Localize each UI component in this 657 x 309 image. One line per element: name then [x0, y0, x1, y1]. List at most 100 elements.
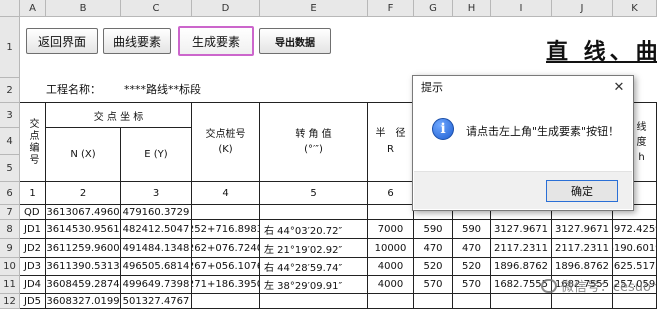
row-header[interactable]: 8 [0, 220, 20, 239]
column-header[interactable]: A [20, 0, 46, 17]
table-cell[interactable]: 4000 [368, 258, 414, 276]
ok-button[interactable]: 确定 [546, 180, 618, 202]
table-cell[interactable]: 4000 [368, 276, 414, 294]
table-cell[interactable]: 3127.9671 [552, 220, 613, 239]
table-cell[interactable]: 501327.4767 [121, 294, 192, 309]
table-cell[interactable] [260, 294, 368, 309]
table-cell[interactable]: 479160.3729 [121, 205, 192, 220]
table-cell[interactable]: 4190.6019 [613, 239, 657, 258]
table-cell[interactable]: 271+186.3950 [192, 276, 260, 294]
table-cell[interactable]: 570 [453, 276, 491, 294]
table-cell[interactable]: 右 44°03′20.72″ [260, 220, 368, 239]
column-header[interactable]: B [46, 0, 121, 17]
corner-cell[interactable] [0, 0, 20, 17]
table-cell[interactable] [613, 294, 657, 309]
table-cell[interactable]: 10000 [368, 239, 414, 258]
table-cell[interactable]: 5972.4259 [613, 220, 657, 239]
table-cell[interactable]: 1896.8762 [491, 258, 552, 276]
index-cell[interactable]: 6 [368, 182, 414, 205]
table-cell[interactable]: 3613067.4960 [46, 205, 121, 220]
curve-elements-button[interactable]: 曲线要素 [103, 28, 171, 54]
table-cell[interactable] [453, 294, 491, 309]
table-cell[interactable] [368, 205, 414, 220]
table-cell[interactable]: 590 [453, 220, 491, 239]
back-button[interactable]: 返回界面 [26, 28, 98, 54]
index-cell[interactable]: 1 [20, 182, 46, 205]
column-header[interactable]: I [491, 0, 552, 17]
table-cell[interactable] [414, 294, 453, 309]
table-cell[interactable]: JD2 [20, 239, 46, 258]
table-cell[interactable]: 7000 [368, 220, 414, 239]
table-cell[interactable]: 482412.5047 [121, 220, 192, 239]
table-cell[interactable]: JD5 [20, 294, 46, 309]
table-cell[interactable]: 3611390.5313 [46, 258, 121, 276]
index-cell[interactable]: 5 [260, 182, 368, 205]
table-cell[interactable]: 3614530.9561 [46, 220, 121, 239]
table-cell[interactable]: 262+076.7240 [192, 239, 260, 258]
table-cell[interactable]: JD4 [20, 276, 46, 294]
table-cell[interactable]: 3625.5175 [613, 258, 657, 276]
table-cell[interactable]: 491484.1348 [121, 239, 192, 258]
table-cell[interactable]: 2117.2311 [491, 239, 552, 258]
column-header[interactable]: F [368, 0, 414, 17]
table-cell[interactable]: 496505.6814 [121, 258, 192, 276]
table-cell[interactable]: 267+056.1076 [192, 258, 260, 276]
generate-elements-button[interactable]: 生成要素 [178, 26, 254, 56]
row-header[interactable]: 10 [0, 258, 20, 276]
table-cell[interactable]: 470 [453, 239, 491, 258]
row-header[interactable]: 7 [0, 205, 20, 220]
header-nx[interactable]: N (X) [46, 128, 121, 182]
table-cell[interactable]: 520 [414, 258, 453, 276]
table-cell[interactable] [260, 205, 368, 220]
column-header[interactable]: D [192, 0, 260, 17]
row-header[interactable]: 2 [0, 78, 20, 103]
column-header[interactable]: E [260, 0, 368, 17]
table-cell[interactable]: JD3 [20, 258, 46, 276]
row-header[interactable]: 1 [0, 17, 20, 78]
table-cell[interactable]: 470 [414, 239, 453, 258]
table-cell[interactable]: 1896.8762 [552, 258, 613, 276]
row-header[interactable]: 4 [0, 128, 20, 155]
table-cell[interactable] [552, 294, 613, 309]
table-cell[interactable] [491, 294, 552, 309]
table-cell[interactable]: 520 [453, 258, 491, 276]
column-header[interactable]: H [453, 0, 491, 17]
row-header[interactable]: 3 [0, 103, 20, 128]
column-header[interactable]: G [414, 0, 453, 17]
row-header[interactable]: 5 [0, 155, 20, 182]
index-cell[interactable]: 2 [46, 182, 121, 205]
header-jd-no[interactable]: 交点编号 [20, 103, 46, 182]
row-header[interactable]: 12 [0, 294, 20, 309]
header-coordinate[interactable]: 交 点 坐 标 [46, 103, 192, 128]
row-header[interactable]: 11 [0, 276, 20, 294]
column-header[interactable]: K [613, 0, 657, 17]
column-header[interactable]: C [121, 0, 192, 17]
column-header[interactable]: J [552, 0, 613, 17]
index-cell[interactable]: 3 [121, 182, 192, 205]
row-header[interactable]: 6 [0, 182, 20, 205]
table-cell[interactable]: 左 21°19′02.92″ [260, 239, 368, 258]
table-cell[interactable] [192, 205, 260, 220]
table-cell[interactable]: 570 [414, 276, 453, 294]
header-station[interactable]: 交点桩号 (K) [192, 103, 260, 182]
table-cell[interactable]: 252+716.8983 [192, 220, 260, 239]
header-ey[interactable]: E (Y) [121, 128, 192, 182]
header-radius[interactable]: 半 径 R [368, 103, 414, 182]
table-cell[interactable]: JD1 [20, 220, 46, 239]
index-cell[interactable]: 4 [192, 182, 260, 205]
export-data-button[interactable]: 导出数据 [259, 28, 331, 54]
table-cell[interactable] [192, 294, 260, 309]
table-cell[interactable]: 590 [414, 220, 453, 239]
table-cell[interactable]: 2117.2311 [552, 239, 613, 258]
close-icon[interactable]: ✕ [611, 79, 627, 95]
header-angle[interactable]: 转 角 值 (°′″) [260, 103, 368, 182]
table-cell[interactable]: 右 44°28′59.74″ [260, 258, 368, 276]
table-cell[interactable]: QD [20, 205, 46, 220]
table-cell[interactable] [368, 294, 414, 309]
table-cell[interactable]: 3608459.2874 [46, 276, 121, 294]
table-cell[interactable]: 499649.7398 [121, 276, 192, 294]
table-cell[interactable]: 3608327.0199 [46, 294, 121, 309]
table-cell[interactable]: 左 38°29′09.91″ [260, 276, 368, 294]
table-cell[interactable]: 3611259.9600 [46, 239, 121, 258]
table-cell[interactable]: 3127.9671 [491, 220, 552, 239]
